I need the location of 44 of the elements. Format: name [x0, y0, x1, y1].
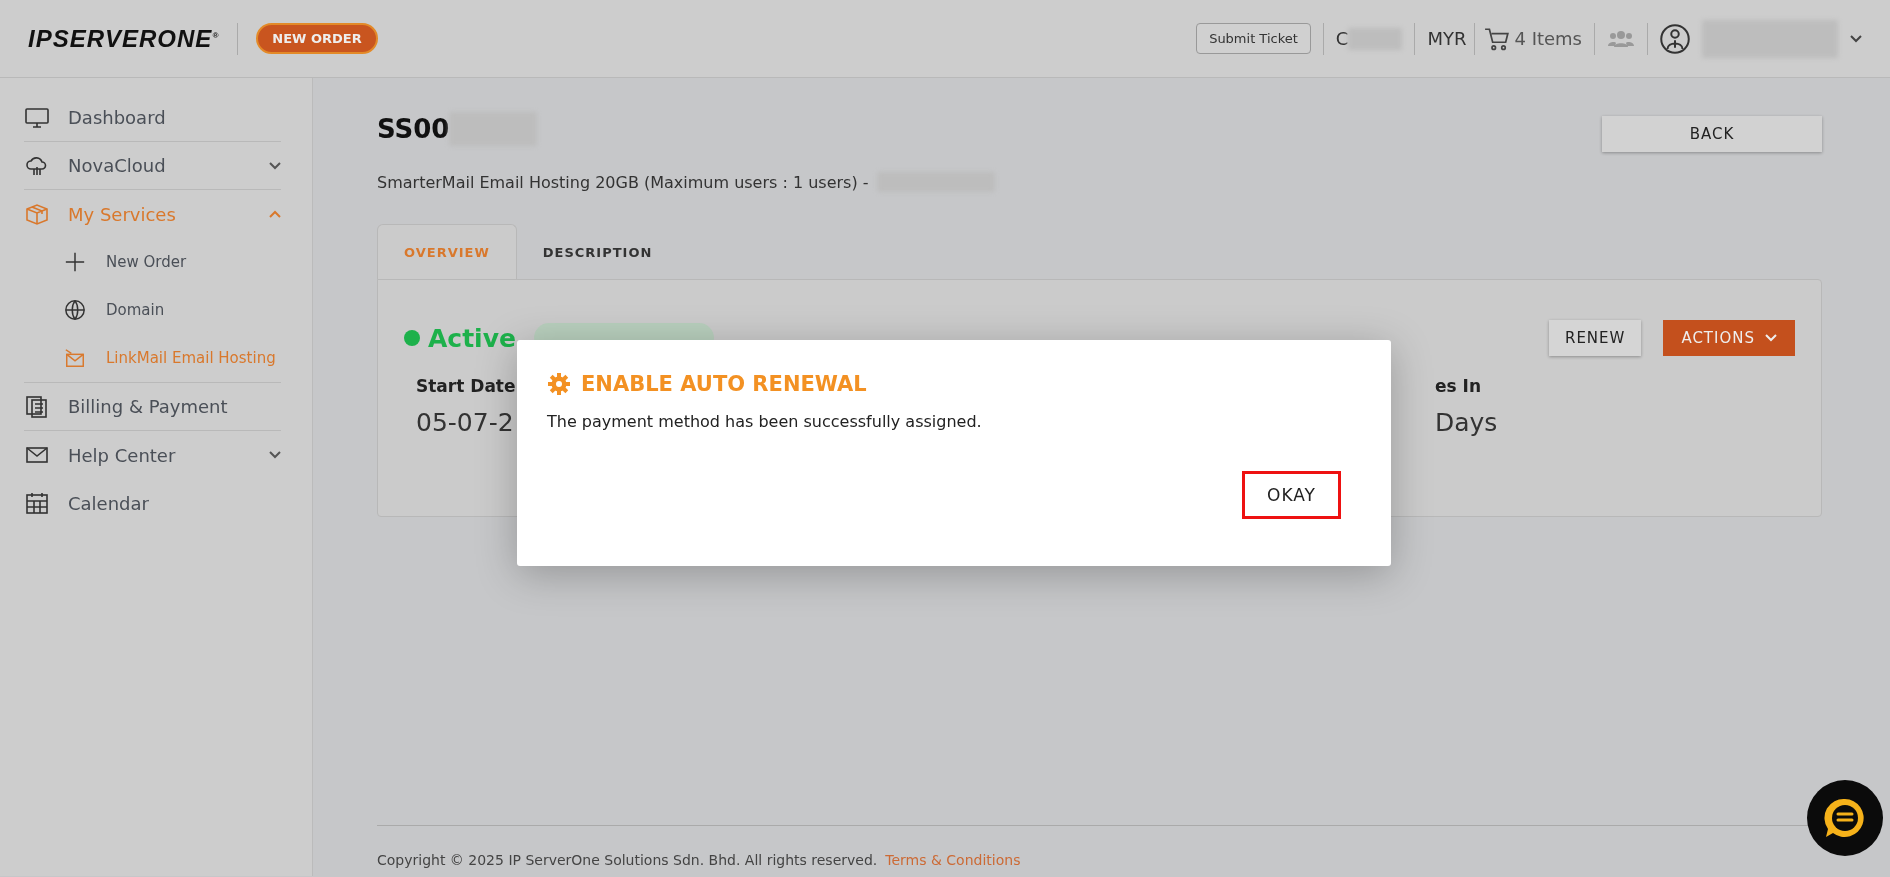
chevron-icon: [269, 451, 281, 459]
user-avatar-icon: [1660, 23, 1690, 54]
sidebar-item[interactable]: Calendar: [24, 479, 281, 527]
chevron-icon: [1765, 334, 1777, 342]
envelope-icon: [64, 347, 86, 369]
dialog-message: The payment method has been successfully assigned.: [547, 412, 983, 431]
currency-selector[interactable]: MYR: [1427, 28, 1467, 49]
box-icon: [24, 202, 50, 226]
okay-button[interactable]: OKAY: [1242, 471, 1341, 519]
chevron-icon: [269, 161, 281, 170]
cart-count[interactable]: 4 Items: [1514, 28, 1582, 49]
sidebar-item[interactable]: NovaCloud: [24, 142, 281, 190]
copyright-text: Copyright © 2025 IP ServerOne Solutions Sdn. Bhd. All rights reserved.: [377, 852, 878, 868]
sidebar-item[interactable]: Billing & Payment: [24, 383, 281, 431]
status-dot: [404, 330, 420, 346]
plus-icon: [64, 251, 86, 273]
status-label: Active: [428, 323, 516, 353]
field-label: Start Date: [416, 376, 516, 396]
sidebar-item[interactable]: Dashboard: [24, 94, 281, 142]
new-order-button[interactable]: NEW ORDER: [256, 23, 378, 54]
sidebar-item[interactable]: Help Center: [24, 431, 281, 479]
sidebar-subitem[interactable]: Domain: [24, 286, 281, 334]
field-label: es In: [1435, 376, 1481, 396]
field-value: 05-07-2: [416, 408, 514, 437]
account-name[interactable]: C: [1335, 28, 1349, 49]
calendar-icon: [24, 491, 50, 515]
settings-icon: [547, 372, 571, 396]
field-value: Days: [1435, 408, 1498, 437]
dialog-title: ENABLE AUTO RENEWAL: [581, 372, 867, 396]
actions-button[interactable]: ACTIONS: [1663, 320, 1795, 356]
cart-icon: [1483, 25, 1512, 52]
monitor-icon: [24, 105, 50, 130]
chevron-icon: [1850, 34, 1862, 43]
renew-button[interactable]: RENEW: [1548, 320, 1642, 356]
submit-ticket-button[interactable]: Submit Ticket: [1196, 23, 1311, 54]
sidebar-subitem[interactable]: New Order: [24, 238, 281, 286]
chevron-icon: [269, 210, 281, 218]
service-id: SS00: [377, 114, 450, 144]
tab[interactable]: DESCRIPTION: [516, 224, 679, 280]
receipt-icon: [24, 394, 50, 419]
globe-icon: [64, 299, 86, 321]
service-description: SmarterMail Email Hosting 20GB (Maximum users : 1 users) -: [377, 172, 869, 192]
logo[interactable]: IPSERVERONE$^{®}$: [28, 24, 220, 53]
back-button[interactable]: BACK: [1602, 116, 1822, 152]
